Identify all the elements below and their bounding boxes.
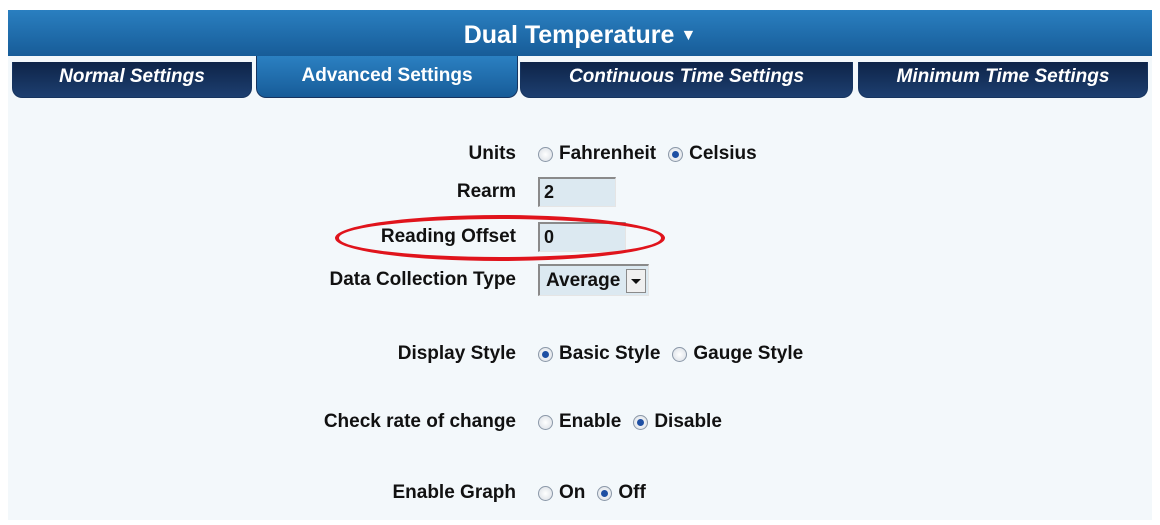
fahrenheit-radio[interactable] bbox=[538, 146, 553, 162]
enable-graph-options: On Off bbox=[538, 477, 658, 509]
rearm-control: 2 bbox=[538, 176, 616, 208]
tab-label: Advanced Settings bbox=[301, 65, 473, 86]
dropdown-arrow-icon[interactable]: ▼ bbox=[680, 27, 696, 44]
graph-off-label[interactable]: Off bbox=[618, 482, 645, 504]
units-options: Fahrenheit Celsius bbox=[538, 138, 769, 170]
enable-graph-label: Enable Graph bbox=[392, 482, 516, 503]
rearm-label: Rearm bbox=[456, 181, 516, 202]
tab-advanced-settings[interactable]: Advanced Settings bbox=[256, 56, 518, 98]
celsius-label[interactable]: Celsius bbox=[689, 143, 757, 165]
tab-label: Continuous Time Settings bbox=[568, 66, 805, 87]
celsius-radio[interactable] bbox=[668, 146, 684, 162]
check-rate-row: Check rate of change Enable Disable bbox=[8, 406, 1152, 438]
basic-style-radio[interactable] bbox=[538, 346, 553, 362]
enable-label[interactable]: Enable bbox=[559, 411, 621, 433]
basic-style-label[interactable]: Basic Style bbox=[559, 343, 660, 365]
data-collection-type-row: Data Collection Type Average bbox=[8, 264, 1152, 296]
display-style-label: Display Style bbox=[397, 343, 516, 364]
select-value: Average bbox=[546, 269, 621, 291]
disable-radio[interactable] bbox=[633, 414, 649, 430]
graph-on-radio[interactable] bbox=[538, 485, 553, 501]
graph-on-label[interactable]: On bbox=[559, 482, 585, 504]
tab-strip: Normal Settings Advanced Settings Contin… bbox=[8, 56, 1152, 108]
tab-label: Minimum Time Settings bbox=[896, 66, 1110, 87]
display-style-row: Display Style Basic Style Gauge Style bbox=[8, 338, 1152, 370]
graph-off-radio[interactable] bbox=[597, 485, 613, 501]
check-rate-label: Check rate of change bbox=[323, 411, 516, 432]
data-collection-type-select[interactable]: Average bbox=[538, 264, 650, 296]
reading-offset-label: Reading Offset bbox=[380, 226, 516, 247]
check-rate-options: Enable Disable bbox=[538, 406, 734, 438]
title-bar[interactable]: Dual Temperature ▼ bbox=[8, 10, 1152, 56]
disable-label[interactable]: Disable bbox=[654, 411, 722, 433]
tab-continuous-time-settings[interactable]: Continuous Time Settings bbox=[520, 62, 853, 98]
reading-offset-field[interactable]: 0 bbox=[538, 222, 626, 252]
enable-radio[interactable] bbox=[538, 414, 553, 430]
units-label: Units bbox=[468, 143, 517, 164]
tab-normal-settings[interactable]: Normal Settings bbox=[12, 62, 252, 98]
rearm-row: Rearm 2 bbox=[8, 176, 1152, 208]
units-row: Units Fahrenheit Celsius bbox=[8, 138, 1152, 170]
reading-offset-control: 0 bbox=[538, 221, 626, 253]
rearm-field[interactable]: 2 bbox=[538, 177, 616, 207]
gauge-style-radio[interactable] bbox=[672, 346, 688, 362]
chevron-down-icon[interactable] bbox=[626, 268, 647, 293]
display-style-options: Basic Style Gauge Style bbox=[538, 338, 815, 370]
data-collection-type-control: Average bbox=[538, 264, 650, 296]
page-title: Dual Temperature bbox=[463, 21, 675, 49]
fahrenheit-label[interactable]: Fahrenheit bbox=[559, 143, 656, 165]
data-collection-type-label: Data Collection Type bbox=[329, 269, 516, 290]
reading-offset-row: Reading Offset 0 bbox=[8, 221, 1152, 253]
settings-panel: Dual Temperature ▼ Normal Settings Advanc… bbox=[8, 10, 1152, 520]
enable-graph-row: Enable Graph On Off bbox=[8, 477, 1152, 509]
tab-minimum-time-settings[interactable]: Minimum Time Settings bbox=[858, 62, 1148, 98]
tab-label: Normal Settings bbox=[59, 66, 205, 87]
gauge-style-label[interactable]: Gauge Style bbox=[693, 343, 803, 365]
